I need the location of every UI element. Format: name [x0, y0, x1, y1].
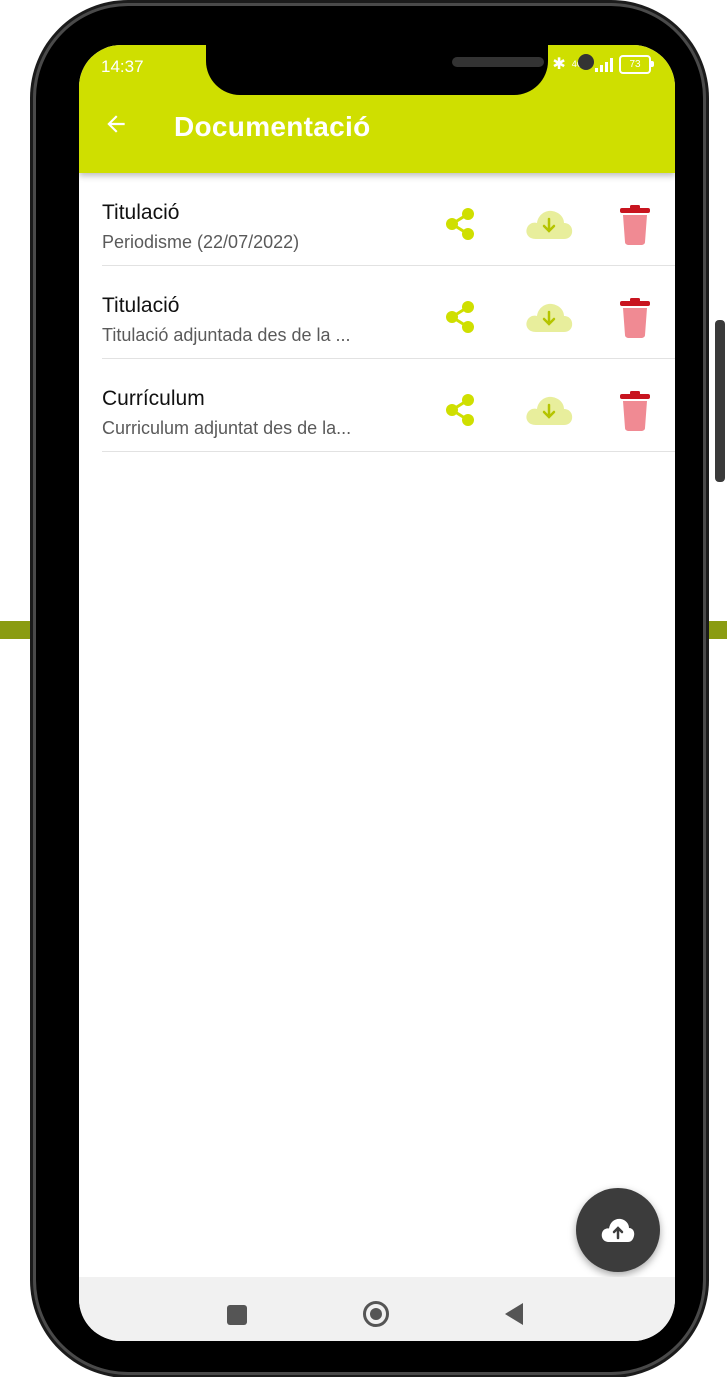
page-title: Documentació: [174, 111, 371, 142]
document-row[interactable]: Titulació Periodisme (22/07/2022): [102, 173, 675, 266]
cloud-download-icon[interactable]: [524, 393, 574, 427]
system-nav-bar: [79, 1277, 675, 1341]
phone-power-button: [715, 320, 725, 482]
camera-notch: [206, 45, 594, 95]
document-subtitle: Titulació adjuntada des de la ...: [102, 325, 351, 345]
signal-icon: [595, 57, 613, 72]
status-time: 14:37: [101, 57, 144, 76]
arrow-left-icon: [107, 115, 125, 133]
triangle-back-icon[interactable]: [505, 1303, 523, 1325]
app-bar: 14:37 ✱ 4G+ 73 Documentació: [79, 45, 675, 173]
upload-document-button[interactable]: [576, 1188, 660, 1272]
trash-icon[interactable]: [618, 298, 652, 338]
square-icon[interactable]: [227, 1305, 247, 1325]
cloud-download-icon[interactable]: [524, 300, 574, 334]
document-subtitle: Curriculum adjuntat des de la...: [102, 418, 352, 438]
share-icon[interactable]: [444, 207, 478, 241]
cloud-upload-icon: [601, 1218, 635, 1242]
battery-icon: 73: [619, 55, 654, 74]
cloud-download-icon[interactable]: [524, 207, 574, 241]
trash-icon[interactable]: [618, 391, 652, 431]
document-row[interactable]: Currículum Curriculum adjuntat des de la…: [102, 359, 675, 452]
share-icon[interactable]: [444, 393, 478, 427]
share-icon[interactable]: [444, 300, 478, 334]
bluetooth-icon: ✱: [552, 55, 566, 73]
trash-icon[interactable]: [618, 205, 652, 245]
earpiece-speaker: [452, 57, 544, 67]
document-title: Titulació: [102, 201, 180, 224]
back-button[interactable]: [101, 111, 131, 141]
document-subtitle: Periodisme (22/07/2022): [102, 232, 300, 252]
phone-screen: 14:37 ✱ 4G+ 73 Documentació Titulació Pe…: [79, 45, 675, 1341]
document-title: Currículum: [102, 387, 205, 410]
document-title: Titulació: [102, 294, 180, 317]
front-camera: [578, 54, 594, 70]
document-list: Titulació Periodisme (22/07/2022) Titula…: [102, 173, 675, 452]
status-icons: ✱ 4G+ 73: [552, 55, 654, 74]
document-row[interactable]: Titulació Titulació adjuntada des de la …: [102, 266, 675, 359]
circle-icon[interactable]: [363, 1301, 389, 1327]
